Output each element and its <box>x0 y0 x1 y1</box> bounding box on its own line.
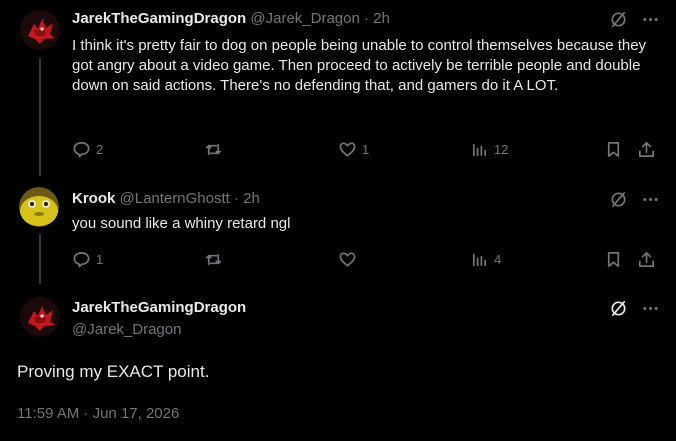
grok-icon[interactable] <box>608 298 628 318</box>
separator: · <box>229 190 244 207</box>
views-button[interactable]: 4 <box>470 249 501 269</box>
red-dragon-avatar-icon <box>20 297 60 337</box>
avatar[interactable] <box>20 297 60 337</box>
repost-icon <box>205 253 222 265</box>
post-text: I think it's pretty fair to dog on peopl… <box>72 37 647 94</box>
repost-icon <box>205 143 222 155</box>
post-text: you sound like a whiny retard ngl <box>72 215 291 232</box>
views-icon <box>472 143 487 156</box>
main-post-handle-row: @Jarek_Dragon <box>72 320 181 340</box>
post-top-actions <box>596 9 660 29</box>
red-dragon-avatar-icon <box>20 10 60 50</box>
reply-count: 1 <box>96 251 104 267</box>
bookmark-button[interactable] <box>604 249 623 269</box>
display-name[interactable]: JarekTheGamingDragon <box>72 10 246 27</box>
post-time[interactable]: 2h <box>373 10 390 27</box>
reply-count: 2 <box>96 141 104 157</box>
display-name[interactable]: JarekTheGamingDragon <box>72 299 246 316</box>
post-actions: 2 1 12 <box>72 139 662 159</box>
views-button[interactable]: 12 <box>470 139 508 159</box>
views-icon <box>472 253 487 266</box>
grok-icon[interactable] <box>608 9 628 29</box>
avatar[interactable] <box>19 187 59 227</box>
main-post-text: Proving my EXACT point. <box>17 362 210 381</box>
share-button[interactable] <box>637 139 656 159</box>
post-header: JarekTheGamingDragon @Jarek_Dragon · 2h <box>72 9 390 29</box>
avatar[interactable] <box>20 10 60 50</box>
post-actions: 1 4 <box>72 249 662 269</box>
thread-line <box>39 58 41 176</box>
bookmark-icon <box>607 141 620 157</box>
handle[interactable]: @Jarek_Dragon <box>250 10 359 27</box>
share-icon <box>638 251 655 267</box>
more-icon[interactable] <box>640 189 660 209</box>
like-icon <box>339 141 356 157</box>
reply-icon <box>73 251 90 267</box>
post-top-actions <box>596 298 660 318</box>
main-post-timestamp[interactable]: 11:59 AM · Jun 17, 2026 <box>17 404 179 424</box>
post-time[interactable]: 2h <box>243 190 260 207</box>
reply-button[interactable]: 1 <box>72 249 103 269</box>
more-icon[interactable] <box>640 9 660 29</box>
post-header: Krook @LanternGhostt · 2h <box>72 189 260 209</box>
repost-button[interactable] <box>204 139 228 159</box>
like-icon <box>339 251 356 267</box>
main-post-name: JarekTheGamingDragon <box>72 298 246 318</box>
views-count: 4 <box>494 251 502 267</box>
reply-button[interactable]: 2 <box>72 139 103 159</box>
thread-line <box>39 234 41 284</box>
like-button[interactable] <box>338 249 362 269</box>
bookmark-button[interactable] <box>604 139 623 159</box>
handle[interactable]: @LanternGhostt <box>120 190 230 207</box>
yellow-creature-avatar-icon <box>19 187 59 227</box>
reply-icon <box>73 141 90 157</box>
grok-icon[interactable] <box>608 189 628 209</box>
post-top-actions <box>596 189 660 209</box>
repost-button[interactable] <box>204 249 228 269</box>
more-icon[interactable] <box>640 298 660 318</box>
views-count: 12 <box>494 141 509 157</box>
display-name[interactable]: Krook <box>72 190 115 207</box>
share-button[interactable] <box>637 249 656 269</box>
bookmark-icon <box>607 251 620 267</box>
handle[interactable]: @Jarek_Dragon <box>72 321 181 338</box>
share-icon <box>638 141 655 157</box>
like-button[interactable]: 1 <box>338 139 369 159</box>
like-count: 1 <box>362 141 370 157</box>
separator: · <box>359 10 374 27</box>
